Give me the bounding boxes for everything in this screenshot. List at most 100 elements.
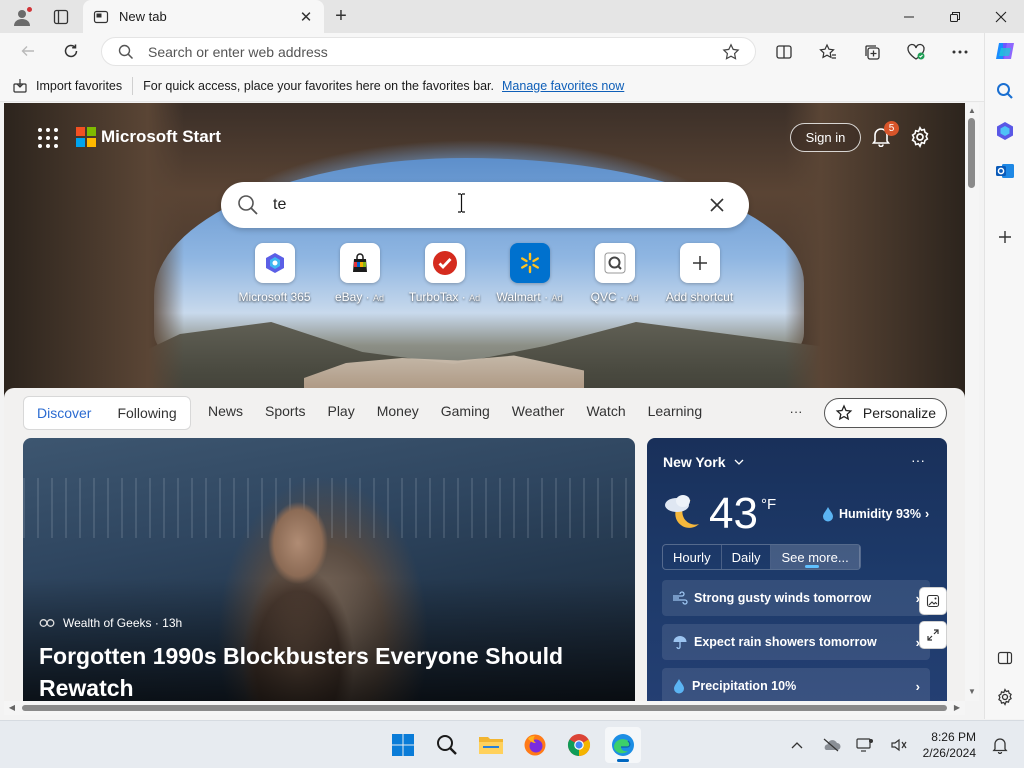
weather-more-options[interactable]: ··· bbox=[911, 452, 925, 468]
category-learning[interactable]: Learning bbox=[648, 403, 703, 419]
tab-discover[interactable]: Discover bbox=[24, 405, 104, 421]
category-play[interactable]: Play bbox=[327, 403, 354, 419]
notifications-button[interactable]: 5 bbox=[870, 121, 899, 149]
taskbar-firefox[interactable] bbox=[517, 727, 553, 763]
back-button[interactable] bbox=[14, 38, 42, 64]
tab-see-more[interactable]: See more... bbox=[771, 545, 860, 569]
new-tab-button[interactable]: + bbox=[330, 5, 352, 27]
close-window-button[interactable] bbox=[978, 0, 1024, 33]
more-categories-button[interactable]: ··· bbox=[785, 400, 807, 422]
manage-favorites-link[interactable]: Manage favorites now bbox=[502, 79, 624, 93]
sidebar-microsoft-365-button[interactable] bbox=[991, 117, 1019, 145]
windows-start-button[interactable] bbox=[385, 727, 421, 763]
volume-muted-icon[interactable] bbox=[889, 735, 909, 755]
taskbar-chrome[interactable] bbox=[561, 727, 597, 763]
collections-button[interactable] bbox=[859, 39, 885, 65]
category-news[interactable]: News bbox=[208, 403, 243, 419]
refresh-button[interactable] bbox=[57, 38, 85, 64]
clear-search-icon[interactable] bbox=[705, 193, 729, 217]
notification-bell-icon[interactable] bbox=[990, 735, 1010, 755]
page-settings-button[interactable] bbox=[909, 126, 933, 150]
plus-icon bbox=[999, 231, 1011, 243]
shortcut-ebay[interactable]: eBay · Ad bbox=[317, 243, 402, 307]
display-network-icon[interactable] bbox=[855, 735, 875, 755]
favorite-star-icon[interactable] bbox=[721, 42, 741, 62]
weather-alert-rain[interactable]: Expect rain showers tomorrow › bbox=[662, 624, 930, 660]
category-gaming[interactable]: Gaming bbox=[441, 403, 490, 419]
refresh-icon bbox=[64, 44, 78, 58]
horizontal-scroll-thumb[interactable] bbox=[22, 705, 947, 711]
taskbar-search-button[interactable] bbox=[429, 727, 465, 763]
article-title[interactable]: Forgotten 1990s Blockbusters Everyone Sh… bbox=[39, 640, 599, 701]
tab-daily[interactable]: Daily bbox=[722, 545, 772, 569]
personalize-button[interactable]: Personalize bbox=[824, 398, 947, 428]
shortcut-label: Add shortcut bbox=[665, 290, 734, 304]
profile-button[interactable] bbox=[8, 5, 36, 29]
shortcut-add[interactable]: Add shortcut bbox=[657, 243, 742, 307]
search-icon bbox=[238, 195, 258, 215]
shortcut-walmart[interactable]: Walmart · Ad bbox=[487, 243, 572, 307]
title-bar: New tab ✕ + bbox=[0, 0, 1024, 33]
browser-essentials-button[interactable] bbox=[903, 39, 929, 65]
chevron-up-icon[interactable] bbox=[787, 735, 807, 755]
featured-article-card[interactable]: Wealth of Geeks · 13h Forgotten 1990s Bl… bbox=[23, 438, 635, 701]
category-sports[interactable]: Sports bbox=[265, 403, 305, 419]
web-search-box[interactable] bbox=[221, 182, 749, 228]
taskbar-edge[interactable] bbox=[605, 727, 641, 763]
scroll-up-arrow-icon[interactable]: ▲ bbox=[967, 106, 977, 116]
system-clock[interactable]: 8:26 PM 2/26/2024 bbox=[923, 729, 976, 761]
restore-button[interactable] bbox=[932, 0, 978, 33]
favorites-button[interactable] bbox=[815, 39, 841, 65]
app-launcher-icon[interactable] bbox=[38, 128, 58, 148]
tab-actions-button[interactable] bbox=[48, 5, 74, 29]
brand-title[interactable]: Microsoft Start bbox=[101, 127, 221, 147]
import-favorites-button[interactable]: Import favorites bbox=[12, 76, 134, 95]
vertical-scroll-thumb[interactable] bbox=[968, 118, 975, 188]
tab-new-tab[interactable]: New tab ✕ bbox=[83, 0, 324, 33]
scroll-left-arrow-icon[interactable]: ◀ bbox=[7, 703, 17, 713]
sidebar-search-button[interactable] bbox=[991, 77, 1019, 105]
tab-hourly[interactable]: Hourly bbox=[663, 545, 722, 569]
vertical-scrollbar[interactable]: ▲ ▼ bbox=[965, 103, 979, 701]
scroll-down-arrow-icon[interactable]: ▼ bbox=[967, 687, 977, 697]
category-money[interactable]: Money bbox=[377, 403, 419, 419]
shortcut-turbotax[interactable]: TurboTax · Ad bbox=[402, 243, 487, 307]
file-explorer-icon bbox=[479, 737, 503, 754]
sidebar-outlook-button[interactable] bbox=[991, 157, 1019, 185]
taskbar-file-explorer[interactable] bbox=[473, 727, 509, 763]
weather-location-selector[interactable]: New York bbox=[663, 454, 744, 470]
ad-label: Ad bbox=[373, 293, 385, 303]
address-input[interactable] bbox=[148, 43, 721, 60]
sign-in-button[interactable]: Sign in bbox=[790, 123, 861, 152]
notification-badge: 5 bbox=[884, 121, 899, 136]
expand-button[interactable] bbox=[919, 621, 947, 649]
hide-sidebar-button[interactable] bbox=[991, 644, 1019, 672]
shortcut-microsoft-365[interactable]: Microsoft 365 bbox=[232, 243, 317, 307]
weather-humidity[interactable]: Humidity 93% › bbox=[821, 506, 929, 522]
weather-alert-wind[interactable]: Strong gusty winds tomorrow › bbox=[662, 580, 930, 616]
search-icon bbox=[437, 735, 457, 755]
weather-unit[interactable]: °F bbox=[761, 496, 776, 513]
firefox-icon bbox=[524, 734, 546, 756]
sidebar-settings-button[interactable] bbox=[991, 683, 1019, 711]
sidebar-add-button[interactable] bbox=[991, 223, 1019, 251]
split-screen-button[interactable] bbox=[771, 39, 797, 65]
settings-and-more-button[interactable] bbox=[947, 39, 973, 65]
scroll-right-arrow-icon[interactable]: ▶ bbox=[952, 703, 962, 713]
close-tab-icon[interactable]: ✕ bbox=[298, 9, 314, 26]
web-search-input[interactable] bbox=[273, 196, 705, 214]
onedrive-cloud-icon[interactable] bbox=[821, 735, 841, 755]
weather-alert-precipitation[interactable]: Precipitation 10% › bbox=[662, 668, 930, 701]
tab-following[interactable]: Following bbox=[104, 405, 189, 421]
microsoft-365-icon bbox=[254, 243, 295, 283]
minimize-button[interactable] bbox=[886, 0, 932, 33]
copilot-button[interactable] bbox=[991, 37, 1019, 65]
category-weather[interactable]: Weather bbox=[512, 403, 565, 419]
category-watch[interactable]: Watch bbox=[586, 403, 625, 419]
gear-icon bbox=[998, 688, 1012, 706]
sidebar-toggle-icon bbox=[997, 651, 1013, 665]
shortcut-qvc[interactable]: QVC · Ad bbox=[572, 243, 657, 307]
horizontal-scrollbar[interactable]: ◀ ▶ bbox=[4, 701, 965, 715]
address-bar[interactable] bbox=[101, 37, 756, 66]
image-info-button[interactable] bbox=[919, 587, 947, 615]
